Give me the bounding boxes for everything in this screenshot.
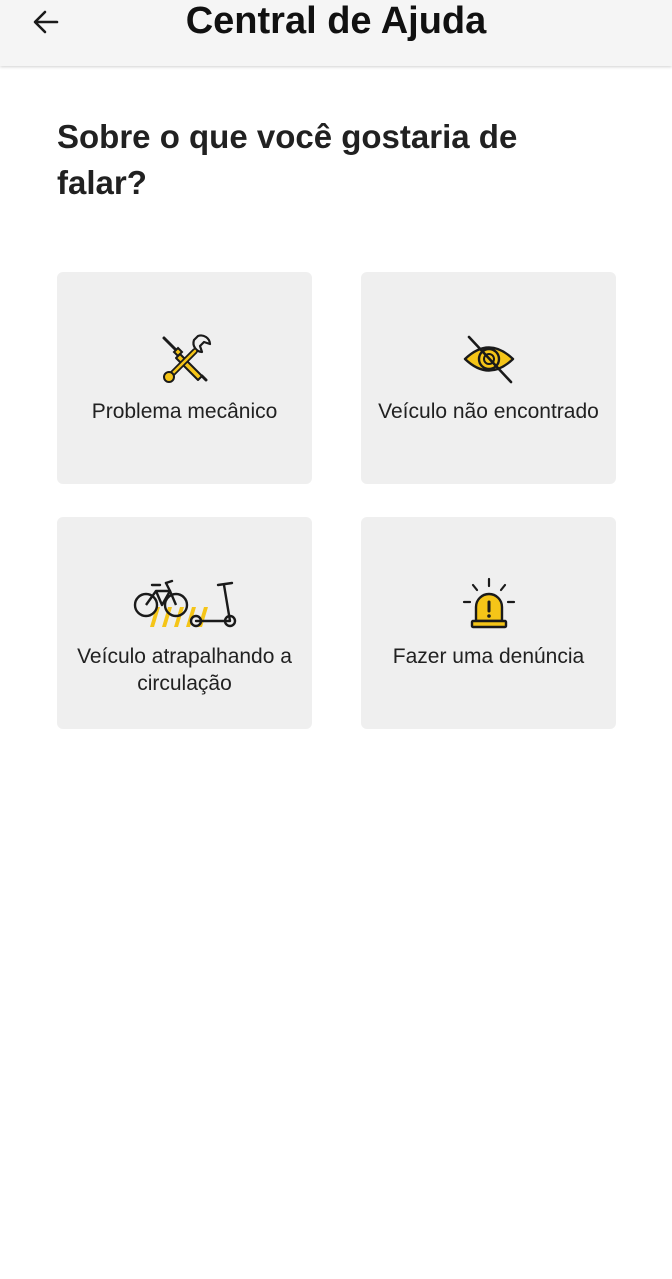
eye-off-icon <box>463 335 514 384</box>
question-heading: Sobre o que você gostaria de falar? <box>57 118 518 201</box>
bike-scooter-crosswalk-icon <box>133 579 236 628</box>
topic-label: Veículo atrapalhando a circulação <box>77 645 292 695</box>
topic-label: Problema mecânico <box>91 400 278 423</box>
topic-card-mechanical-problem[interactable]: Problema mecânico <box>57 272 312 484</box>
app-bar: Central de Ajuda <box>0 0 672 66</box>
siren-alarm-icon <box>462 577 515 629</box>
topic-card-report[interactable]: Fazer uma denúncia <box>361 517 616 729</box>
page-title: Central de Ajuda <box>185 0 487 42</box>
topic-label: Veículo não encontrado <box>378 400 599 423</box>
topic-label: Fazer uma denúncia <box>392 645 585 668</box>
topic-card-vehicle-not-found[interactable]: Veículo não encontrado <box>361 272 616 484</box>
tools-icon <box>162 334 211 383</box>
topic-card-vehicle-blocking[interactable]: Veículo atrapalhando a circulação <box>57 517 312 729</box>
